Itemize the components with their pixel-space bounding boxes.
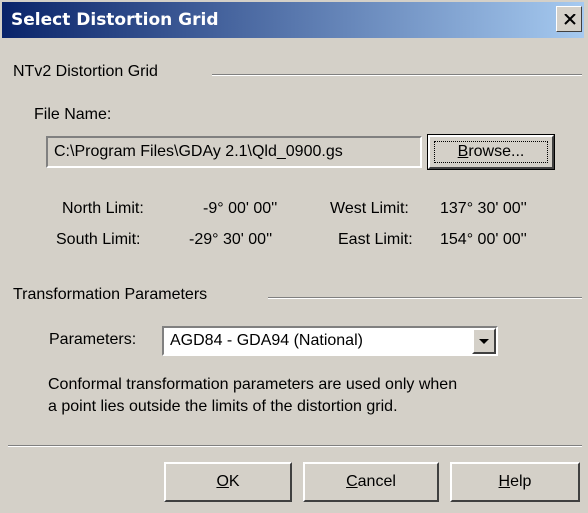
parameters-select[interactable]: AGD84 - GDA94 (National) xyxy=(162,326,498,356)
cancel-button-label: Cancel xyxy=(346,473,396,490)
south-limit-value: -29° 30' 00'' xyxy=(189,231,273,248)
file-name-field[interactable]: C:\Program Files\GDAy 2.1\Qld_0900.gs xyxy=(46,136,422,168)
chevron-down-icon xyxy=(479,339,489,344)
ok-button[interactable]: OK xyxy=(164,462,292,502)
close-icon xyxy=(564,14,576,25)
transform-note: Conformal transformation parameters are … xyxy=(48,374,568,418)
close-button[interactable] xyxy=(556,6,582,32)
help-button[interactable]: Help xyxy=(450,462,580,502)
help-button-label: Help xyxy=(498,473,532,490)
ok-button-label: OK xyxy=(216,473,240,490)
north-limit-label: North Limit: xyxy=(62,200,144,217)
west-limit-value: 137° 30' 00'' xyxy=(440,200,527,217)
north-limit-value: -9° 00' 00'' xyxy=(203,200,278,217)
parameters-dropdown-button[interactable] xyxy=(472,328,496,354)
file-name-label: File Name: xyxy=(34,106,112,123)
grid-group-label: NTv2 Distortion Grid xyxy=(13,63,158,80)
west-limit-label: West Limit: xyxy=(330,200,409,217)
cancel-button[interactable]: Cancel xyxy=(303,462,439,502)
parameters-label: Parameters: xyxy=(49,331,137,348)
east-limit-label: East Limit: xyxy=(338,231,413,248)
parameters-selected-value: AGD84 - GDA94 (National) xyxy=(170,332,363,349)
file-name-value: C:\Program Files\GDAy 2.1\Qld_0900.gs xyxy=(54,143,343,160)
south-limit-label: South Limit: xyxy=(56,231,141,248)
title-bar[interactable]: Select Distortion Grid xyxy=(2,2,584,38)
transform-note-line2: a point lies outside the limits of the d… xyxy=(48,398,398,415)
dialog-title: Select Distortion Grid xyxy=(11,10,219,30)
transform-group-label: Transformation Parameters xyxy=(13,286,208,303)
grid-group-separator xyxy=(212,74,582,76)
browse-button-label: Browse... xyxy=(457,143,525,160)
select-distortion-grid-dialog: Select Distortion Grid NTv2 Distortion G… xyxy=(0,0,588,513)
browse-button[interactable]: Browse... xyxy=(427,134,555,170)
east-limit-value: 154° 00' 00'' xyxy=(440,231,527,248)
transform-note-line1: Conformal transformation parameters are … xyxy=(48,376,458,393)
transform-group-separator xyxy=(268,297,582,299)
button-separator xyxy=(8,445,582,447)
